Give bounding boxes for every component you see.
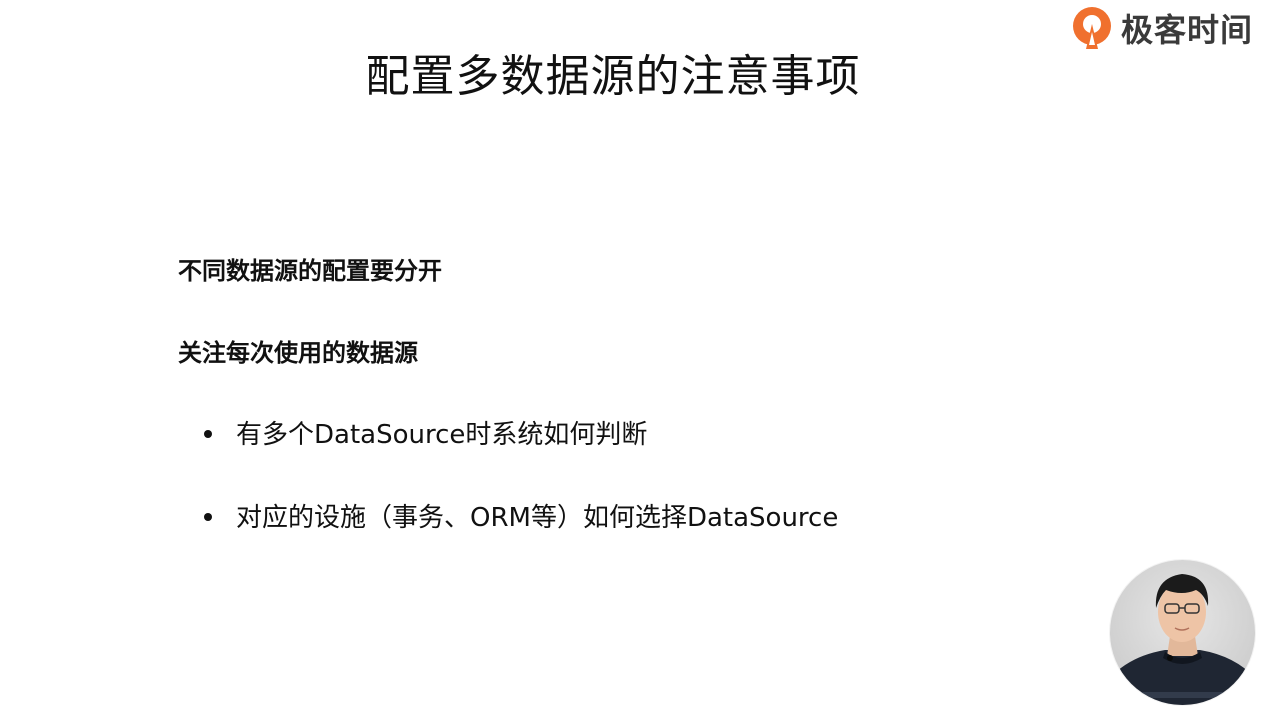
slide: 极客时间 配置多数据源的注意事项 不同数据源的配置要分开 关注每次使用的数据源 … — [0, 0, 1283, 711]
bullet-text: 对应的设施（事务、ORM等）如何选择DataSource — [236, 503, 839, 533]
presenter-video-avatar — [1110, 560, 1255, 705]
bullet-dot-icon — [204, 512, 212, 521]
bullet-item: 对应的设施（事务、ORM等）如何选择DataSource — [204, 497, 838, 534]
slide-title: 配置多数据源的注意事项 — [365, 51, 861, 102]
section-heading: 关注每次使用的数据源 — [178, 339, 418, 367]
bullet-item: 有多个DataSource时系统如何判断 — [204, 414, 647, 451]
bullet-text: 有多个DataSource时系统如何判断 — [236, 420, 648, 450]
section-heading: 不同数据源的配置要分开 — [178, 257, 442, 285]
bullet-dot-icon — [204, 429, 212, 438]
